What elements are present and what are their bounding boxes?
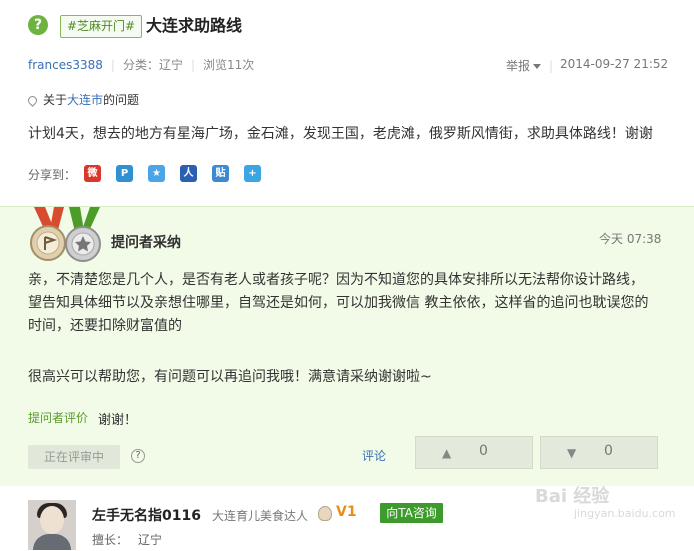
- qzone-star-icon[interactable]: ★: [148, 165, 165, 182]
- chevron-down-icon: [533, 64, 542, 69]
- consult-button[interactable]: 向TA咨询: [380, 503, 443, 523]
- answer-time: 今天 07:38: [599, 232, 662, 246]
- thumbs-down-icon: ▼: [567, 446, 577, 460]
- chef-hat-icon: [318, 506, 332, 521]
- asker-evaluation-text: 谢谢！: [98, 413, 138, 428]
- accepted-label: 提问者采纳: [111, 235, 181, 251]
- upvote-button[interactable]: ▲ 0: [415, 436, 533, 469]
- share-label: 分享到：: [28, 168, 77, 182]
- category-label: 分类：: [122, 58, 159, 72]
- views-label: 浏览: [203, 58, 228, 72]
- upvote-count: 0: [479, 443, 488, 459]
- more-share-icon[interactable]: +: [244, 165, 261, 182]
- about-city-link[interactable]: 大连市: [67, 93, 103, 107]
- question-panel: ? #芝麻开门# 大连求助路线 frances3388 | 分类：辽宁 | 浏览11次 …: [0, 0, 694, 206]
- answer-line-2: 望告知具体细节以及亲想住哪里，自驾还是如何，可以加我微信 教主依依，这样省的追问…: [28, 295, 649, 311]
- answer-panel: 提问者采纳 今天 07:38 亲，不清楚您是几个人，是否有老人或者孩子呢？因为不…: [0, 206, 694, 487]
- downvote-button[interactable]: ▼ 0: [540, 436, 658, 469]
- comment-link[interactable]: 评论: [362, 447, 386, 464]
- question-tag[interactable]: #芝麻开门#: [60, 15, 143, 38]
- asker-link[interactable]: frances3388: [28, 58, 103, 72]
- report-label: 举报: [506, 59, 531, 73]
- specialty-value: 辽宁: [138, 533, 163, 547]
- renren-icon[interactable]: 人: [180, 165, 197, 182]
- views-count: 11次: [227, 58, 255, 72]
- specialty-row: 擅长： 辽宁: [92, 531, 162, 548]
- answer-line-3: 时间，还要扣除财富值的: [28, 318, 182, 334]
- asker-evaluation-label: 提问者评价: [28, 411, 89, 425]
- baidu-jingyan-watermark: Bai 经验: [535, 486, 610, 507]
- answer-line-4: 很高兴可以帮助您，有问题可以再追问我哦！满意请采纳谢谢啦~: [28, 369, 432, 385]
- question-meta: frances3388 | 分类：辽宁 | 浏览11次: [28, 58, 255, 72]
- question-mark-icon: ?: [28, 15, 48, 35]
- answerer-name[interactable]: 左手无名指0116: [92, 505, 201, 525]
- question-body: 计划4天，想去的地方有星海广场，金石滩，发现王国，老虎滩，俄罗斯风情街，求助具体…: [28, 126, 653, 142]
- weibo-icon[interactable]: 微: [84, 165, 101, 182]
- avatar[interactable]: [28, 500, 76, 550]
- help-icon[interactable]: ?: [131, 449, 145, 463]
- watermark-url: jingyan.baidu.com: [574, 507, 676, 520]
- location-pin-icon: [26, 94, 39, 107]
- level-badge: V1: [336, 504, 357, 520]
- thumbs-up-icon: ▲: [442, 446, 452, 460]
- category-link[interactable]: 辽宁: [159, 58, 183, 72]
- tieba-icon[interactable]: 贴: [212, 165, 229, 182]
- under-review-button[interactable]: 正在评审中: [28, 445, 120, 469]
- downvote-count: 0: [604, 443, 613, 459]
- share-icons: 微 P ★ 人 贴 +: [84, 165, 261, 182]
- report-dropdown[interactable]: 举报 |: [506, 57, 553, 74]
- medal-icon: [30, 207, 101, 262]
- p-share-icon[interactable]: P: [116, 165, 133, 182]
- answer-body: 亲，不清楚您是几个人，是否有老人或者孩子呢？因为不知道您的具体安排所以无法帮你设…: [28, 269, 668, 389]
- about-location: 关于大连市的问题: [26, 92, 140, 108]
- about-suffix: 的问题: [103, 93, 140, 107]
- question-title: 大连求助路线: [146, 16, 243, 35]
- question-time: 2014-09-27 21:52: [560, 57, 669, 71]
- answer-line-1: 亲，不清楚您是几个人，是否有老人或者孩子呢？因为不知道您的具体安排所以无法帮你设…: [28, 272, 644, 288]
- specialty-label: 擅长：: [92, 533, 129, 547]
- answerer-title: 大连育儿美食达人: [212, 509, 309, 523]
- about-prefix: 关于: [43, 93, 68, 107]
